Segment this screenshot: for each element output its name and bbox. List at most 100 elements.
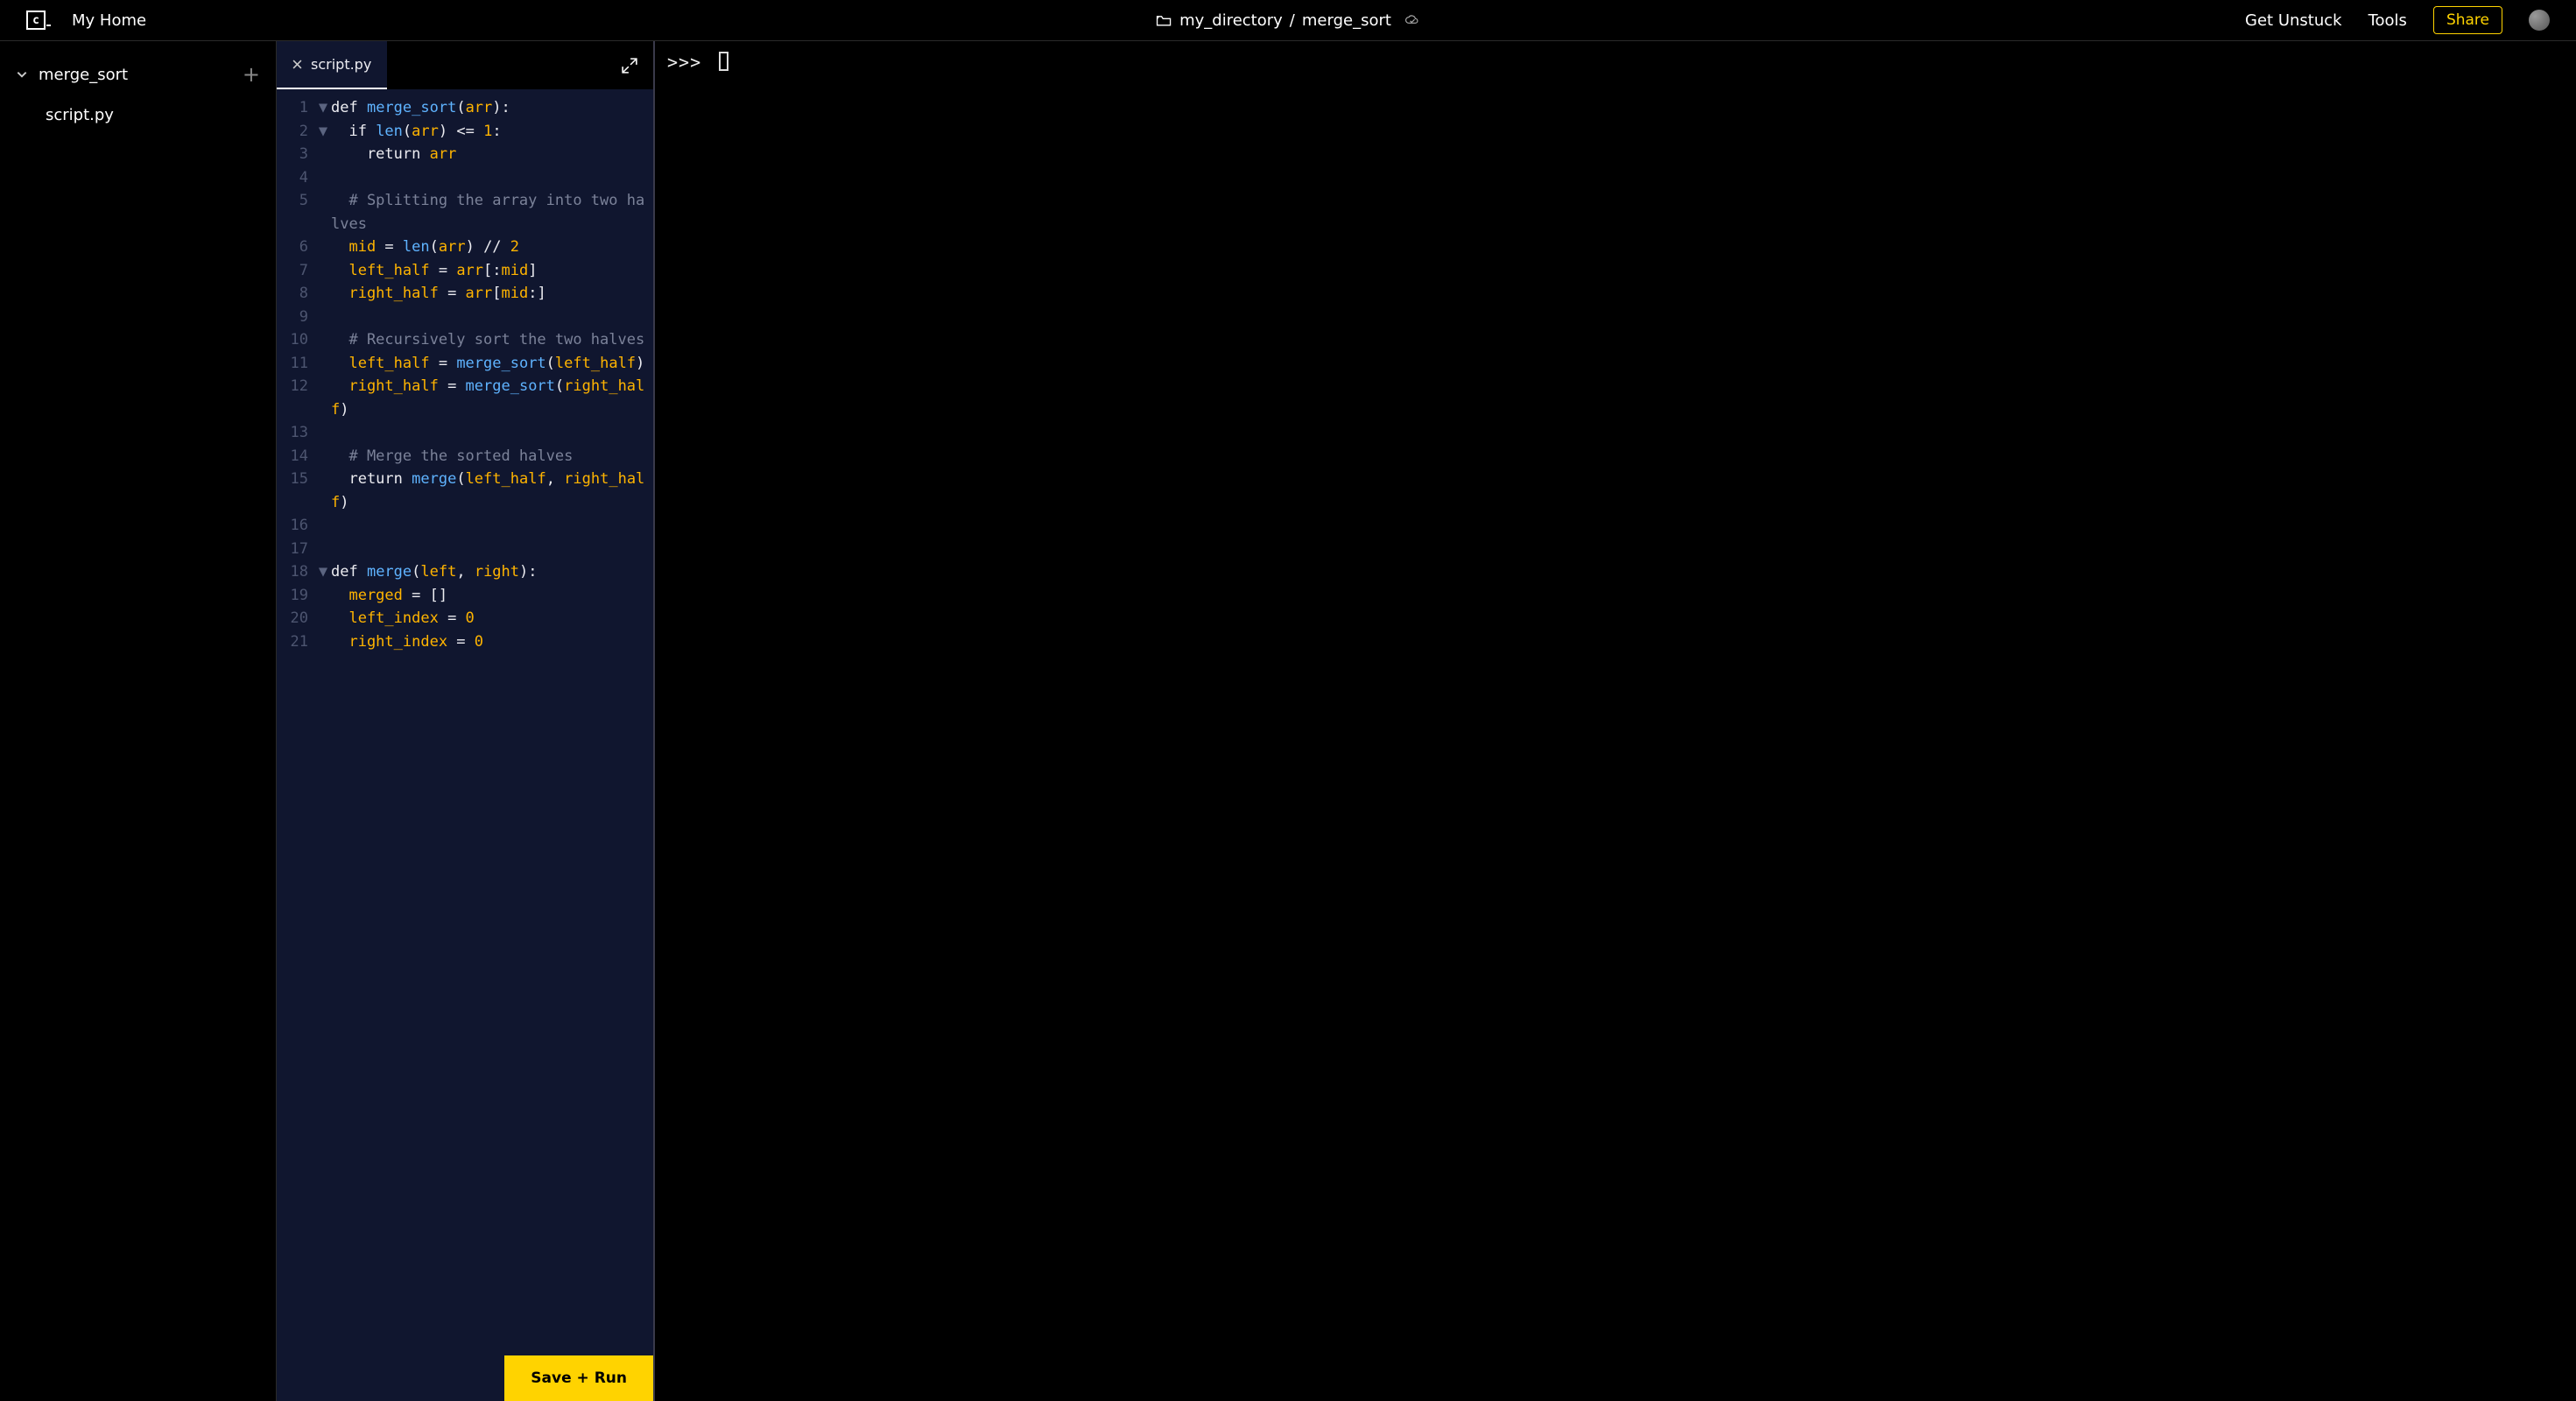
file-tree-sidebar: merge_sort + script.py xyxy=(0,41,277,1401)
top-bar: c My Home my_directory / merge_sort Get … xyxy=(0,0,2576,41)
editor-tabs: script.py xyxy=(277,41,653,89)
code-line[interactable]: 16 xyxy=(277,514,653,538)
line-number: 20 xyxy=(277,607,315,630)
code-line[interactable]: 4 xyxy=(277,166,653,190)
folder-open-icon xyxy=(1155,12,1172,28)
avatar[interactable] xyxy=(2529,10,2550,31)
line-number: 16 xyxy=(277,514,315,538)
terminal-panel[interactable]: >>> xyxy=(655,41,2576,1401)
code-source[interactable] xyxy=(331,166,653,190)
code-editor[interactable]: 1▼def merge_sort(arr):2▼if len(arr) <= 1… xyxy=(277,89,653,1401)
code-line[interactable]: 1▼def merge_sort(arr): xyxy=(277,96,653,120)
cloud-sync-icon xyxy=(1404,14,1421,26)
code-source[interactable]: right_index = 0 xyxy=(331,630,653,654)
line-number: 12 xyxy=(277,375,315,421)
code-line[interactable]: 20 left_index = 0 xyxy=(277,607,653,630)
code-source[interactable] xyxy=(331,538,653,561)
breadcrumb: my_directory / merge_sort xyxy=(1155,11,1421,30)
code-line[interactable]: 11left_half = merge_sort(left_half) xyxy=(277,352,653,376)
tree-file-item[interactable]: script.py xyxy=(0,95,276,135)
get-unstuck-link[interactable]: Get Unstuck xyxy=(2245,11,2342,30)
code-line[interactable]: 17 xyxy=(277,538,653,561)
save-run-button[interactable]: Save + Run xyxy=(504,1355,653,1401)
line-number: 10 xyxy=(277,328,315,352)
code-source[interactable]: def merge_sort(arr): xyxy=(331,96,653,120)
logo-icon[interactable]: c xyxy=(26,11,46,30)
code-source[interactable]: mid = len(arr) // 2 xyxy=(331,236,653,259)
code-source[interactable] xyxy=(331,514,653,538)
code-source[interactable]: left_half = arr[:mid] xyxy=(331,259,653,283)
fold-toggle-icon xyxy=(315,630,331,654)
code-source[interactable]: if len(arr) <= 1: xyxy=(331,120,653,144)
expand-icon[interactable] xyxy=(622,58,637,74)
code-line[interactable]: 13 xyxy=(277,421,653,445)
code-source[interactable]: left_half = merge_sort(left_half) xyxy=(331,352,653,376)
code-source[interactable]: # Splitting the array into two halves xyxy=(331,189,653,236)
line-number: 14 xyxy=(277,445,315,468)
code-line[interactable]: 2▼if len(arr) <= 1: xyxy=(277,120,653,144)
code-line[interactable]: 18▼def merge(left, right): xyxy=(277,560,653,584)
code-line[interactable]: 14 # Merge the sorted halves xyxy=(277,445,653,468)
tab-script[interactable]: script.py xyxy=(277,41,387,89)
terminal-prompt: >>> xyxy=(667,52,701,73)
code-source[interactable]: # Merge the sorted halves xyxy=(331,445,653,468)
code-line[interactable]: 7left_half = arr[:mid] xyxy=(277,259,653,283)
code-source[interactable]: return arr xyxy=(331,143,653,166)
code-source[interactable]: # Recursively sort the two halves xyxy=(331,328,653,352)
code-source[interactable]: right_half = arr[mid:] xyxy=(331,282,653,306)
line-number: 2 xyxy=(277,120,315,144)
code-line[interactable]: 12 right_half = merge_sort(right_half) xyxy=(277,375,653,421)
line-number: 3 xyxy=(277,143,315,166)
code-source[interactable]: left_index = 0 xyxy=(331,607,653,630)
fold-toggle-icon xyxy=(315,143,331,166)
fold-toggle-icon xyxy=(315,468,331,514)
code-line[interactable]: 10 # Recursively sort the two halves xyxy=(277,328,653,352)
code-line[interactable]: 3 return arr xyxy=(277,143,653,166)
line-number: 15 xyxy=(277,468,315,514)
tools-link[interactable]: Tools xyxy=(2368,11,2407,30)
code-source[interactable]: return merge(left_half, right_half) xyxy=(331,468,653,514)
fold-toggle-icon xyxy=(315,514,331,538)
code-line[interactable]: 21right_index = 0 xyxy=(277,630,653,654)
code-source[interactable]: def merge(left, right): xyxy=(331,560,653,584)
fold-toggle-icon xyxy=(315,445,331,468)
chevron-down-icon xyxy=(16,68,28,81)
fold-toggle-icon[interactable]: ▼ xyxy=(315,120,331,144)
fold-toggle-icon[interactable]: ▼ xyxy=(315,560,331,584)
tab-label: script.py xyxy=(311,56,371,73)
line-number: 4 xyxy=(277,166,315,190)
breadcrumb-separator: / xyxy=(1290,11,1295,30)
line-number: 6 xyxy=(277,236,315,259)
code-line[interactable]: 6 mid = len(arr) // 2 xyxy=(277,236,653,259)
breadcrumb-project[interactable]: merge_sort xyxy=(1302,11,1391,30)
fold-toggle-icon xyxy=(315,421,331,445)
fold-toggle-icon xyxy=(315,607,331,630)
breadcrumb-dir[interactable]: my_directory xyxy=(1179,11,1283,30)
code-source[interactable] xyxy=(331,306,653,329)
fold-toggle-icon xyxy=(315,328,331,352)
fold-toggle-icon xyxy=(315,306,331,329)
tree-root-label: merge_sort xyxy=(39,66,128,84)
code-line[interactable]: 15 return merge(left_half, right_half) xyxy=(277,468,653,514)
code-source[interactable]: merged = [] xyxy=(331,584,653,608)
line-number: 8 xyxy=(277,282,315,306)
my-home-link[interactable]: My Home xyxy=(72,11,146,30)
code-line[interactable]: 8 right_half = arr[mid:] xyxy=(277,282,653,306)
code-line[interactable]: 19merged = [] xyxy=(277,584,653,608)
code-source[interactable]: right_half = merge_sort(right_half) xyxy=(331,375,653,421)
share-button[interactable]: Share xyxy=(2433,6,2502,34)
fold-toggle-icon[interactable]: ▼ xyxy=(315,96,331,120)
close-icon[interactable] xyxy=(292,60,302,69)
code-line[interactable]: 9 xyxy=(277,306,653,329)
line-number: 1 xyxy=(277,96,315,120)
fold-toggle-icon xyxy=(315,259,331,283)
code-line[interactable]: 5 # Splitting the array into two halves xyxy=(277,189,653,236)
fold-toggle-icon xyxy=(315,538,331,561)
tree-root-row[interactable]: merge_sort + xyxy=(0,53,276,95)
fold-toggle-icon xyxy=(315,189,331,236)
fold-toggle-icon xyxy=(315,352,331,376)
fold-toggle-icon xyxy=(315,584,331,608)
add-file-button[interactable]: + xyxy=(243,62,260,87)
code-source[interactable] xyxy=(331,421,653,445)
line-number: 5 xyxy=(277,189,315,236)
